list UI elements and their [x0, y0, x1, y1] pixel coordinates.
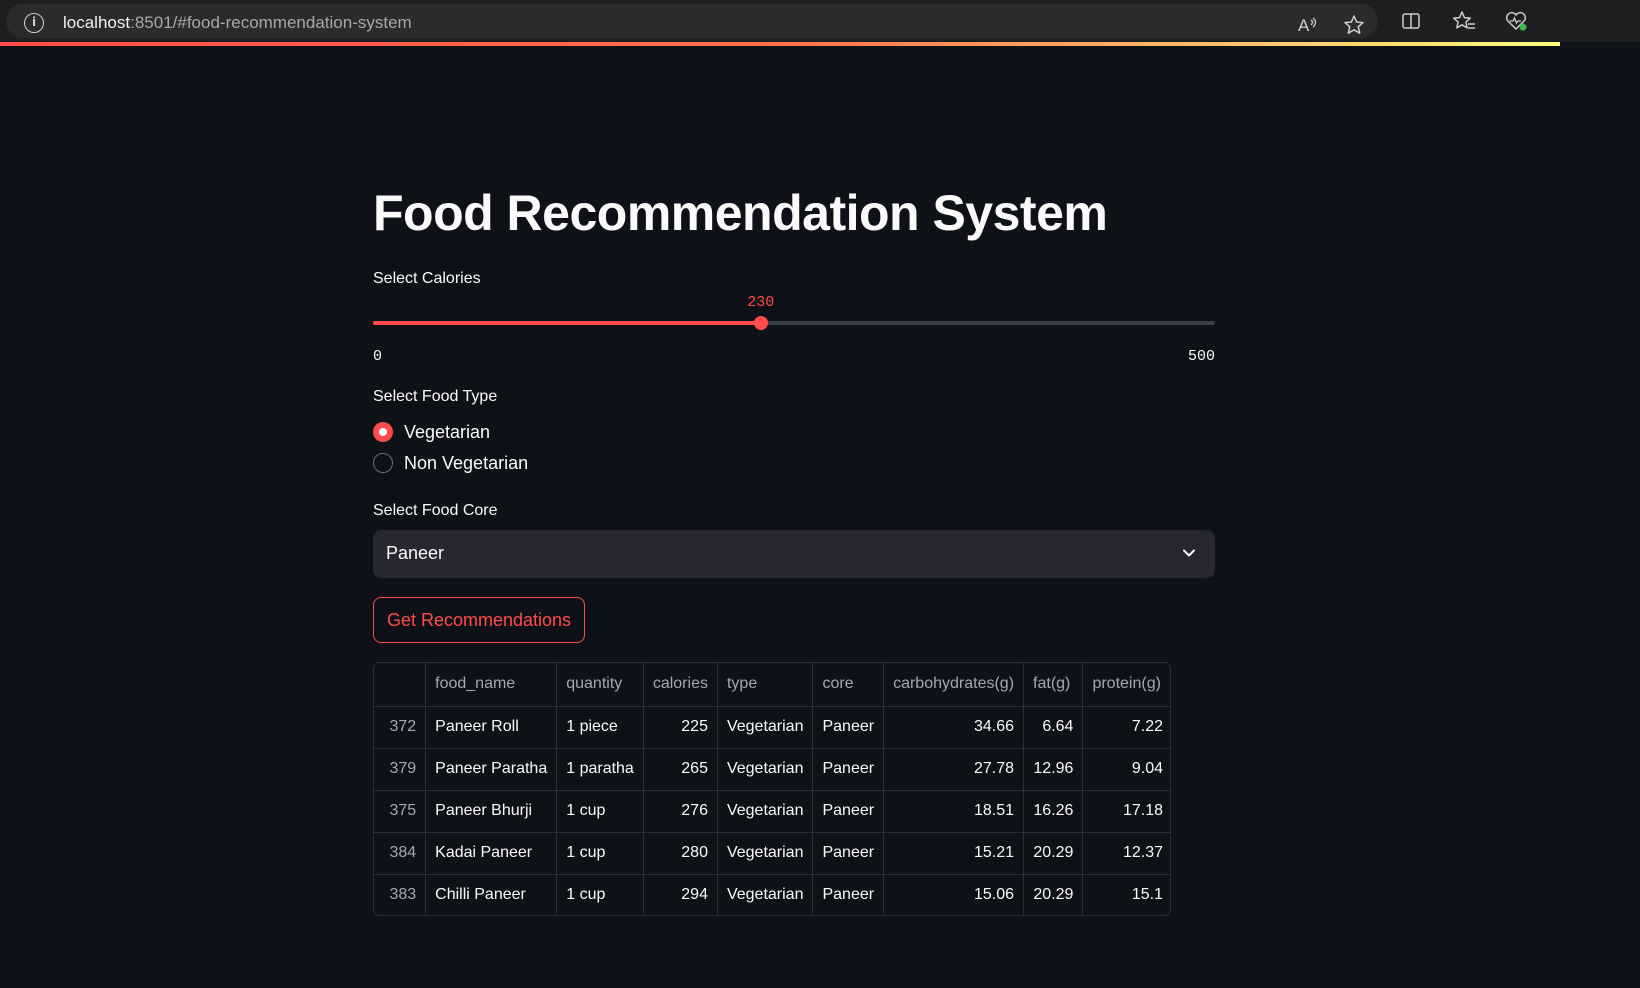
slider-value-label: 230 [747, 294, 775, 311]
radio-label: Non Vegetarian [404, 452, 529, 473]
cell-fat[interactable]: 16.26 [1023, 790, 1084, 833]
favorites-icon[interactable] [1450, 7, 1478, 35]
slider-min-label: 0 [373, 348, 383, 365]
cell-fat[interactable]: 6.64 [1023, 706, 1084, 749]
cell-carbohydrates[interactable]: 34.66 [883, 706, 1025, 749]
slider-thumb[interactable] [753, 316, 768, 330]
slider-max-label: 500 [1187, 348, 1215, 365]
split-screen-icon[interactable] [1397, 7, 1425, 35]
cell-food-name[interactable]: Chilli Paneer [425, 874, 558, 915]
cell-food-name[interactable]: Kadai Paneer [425, 832, 558, 875]
column-header-index[interactable] [374, 663, 427, 707]
cell-type[interactable]: Vegetarian [717, 874, 814, 915]
cell-core[interactable]: Paneer [812, 874, 885, 915]
get-recommendations-button[interactable]: Get Recommendations [373, 597, 585, 643]
row-index: 375 [374, 790, 427, 833]
food-core-select[interactable]: Paneer [373, 530, 1215, 578]
radio-label: Vegetarian [404, 421, 491, 442]
radio-non-vegetarian[interactable]: Non Vegetarian [373, 451, 528, 475]
cell-protein[interactable]: 12.37 [1082, 832, 1170, 875]
table-row[interactable]: 372 Paneer Roll 1 piece 225 Vegetarian P… [374, 706, 1170, 749]
cell-food-name[interactable]: Paneer Roll [425, 706, 558, 749]
cell-calories[interactable]: 276 [643, 790, 718, 833]
slider-track-fill [373, 321, 761, 325]
cell-type[interactable]: Vegetarian [717, 832, 814, 875]
table-row[interactable]: 379 Paneer Paratha 1 paratha 265 Vegetar… [374, 748, 1170, 791]
cell-protein[interactable]: 7.22 [1082, 706, 1170, 749]
cell-carbohydrates[interactable]: 27.78 [883, 748, 1025, 791]
cell-quantity[interactable]: 1 piece [556, 706, 644, 749]
cell-core[interactable]: Paneer [812, 706, 885, 749]
favorite-star-icon[interactable] [1340, 11, 1368, 39]
cell-calories[interactable]: 294 [643, 874, 718, 915]
cell-quantity[interactable]: 1 cup [556, 832, 644, 875]
row-index: 372 [374, 706, 427, 749]
address-bar[interactable]: i localhost:8501/#food-recommendation-sy… [6, 4, 1378, 38]
cell-core[interactable]: Paneer [812, 790, 885, 833]
column-header-type[interactable]: type [717, 663, 814, 707]
cell-type[interactable]: Vegetarian [717, 748, 814, 791]
cell-calories[interactable]: 280 [643, 832, 718, 875]
calories-label: Select Calories [373, 270, 481, 287]
cell-carbohydrates[interactable]: 15.21 [883, 832, 1025, 875]
chevron-down-icon[interactable] [1181, 545, 1197, 561]
url-host: localhost [63, 13, 131, 32]
row-index: 384 [374, 832, 427, 875]
browser-toolbar: i localhost:8501/#food-recommendation-sy… [0, 0, 1640, 42]
cell-fat[interactable]: 20.29 [1023, 832, 1084, 875]
row-index: 383 [374, 874, 427, 915]
table-header-row: food_name quantity calories type core ca… [374, 663, 1170, 707]
cell-fat[interactable]: 20.29 [1023, 874, 1084, 915]
table-row[interactable]: 383 Chilli Paneer 1 cup 294 Vegetarian P… [374, 874, 1170, 915]
calories-slider[interactable]: 230 0 500 [373, 292, 1215, 365]
cell-calories[interactable]: 225 [643, 706, 718, 749]
column-header-quantity[interactable]: quantity [556, 663, 644, 707]
cell-fat[interactable]: 12.96 [1023, 748, 1084, 791]
app-decoration-bar [0, 42, 1560, 46]
food-type-label: Select Food Type [373, 388, 498, 405]
table-row[interactable]: 375 Paneer Bhurji 1 cup 276 Vegetarian P… [374, 790, 1170, 833]
browser-essentials-icon[interactable] [1502, 7, 1530, 35]
url-path: :8501/#food-recommendation-system [130, 13, 412, 32]
select-value: Paneer [386, 543, 445, 563]
table-row[interactable]: 384 Kadai Paneer 1 cup 280 Vegetarian Pa… [374, 832, 1170, 875]
svg-text:A: A [1298, 16, 1310, 35]
row-index: 379 [374, 748, 427, 791]
recommendations-table[interactable]: food_name quantity calories type core ca… [373, 662, 1171, 916]
column-header-fat[interactable]: fat(g) [1023, 663, 1084, 707]
read-aloud-icon[interactable]: A [1293, 11, 1321, 39]
url-text[interactable]: localhost:8501/#food-recommendation-syst… [63, 13, 412, 33]
cell-carbohydrates[interactable]: 15.06 [883, 874, 1025, 915]
cell-food-name[interactable]: Paneer Bhurji [425, 790, 558, 833]
info-icon[interactable]: i [24, 13, 44, 33]
cell-type[interactable]: Vegetarian [717, 706, 814, 749]
cell-protein[interactable]: 9.04 [1082, 748, 1170, 791]
cell-quantity[interactable]: 1 cup [556, 874, 644, 915]
column-header-core[interactable]: core [812, 663, 885, 707]
page-title: Food Recommendation System [373, 185, 1108, 241]
cell-quantity[interactable]: 1 paratha [556, 748, 644, 791]
cell-protein[interactable]: 15.1 [1083, 874, 1170, 915]
column-header-carbohydrates[interactable]: carbohydrates(g) [883, 663, 1025, 707]
cell-protein[interactable]: 17.18 [1082, 790, 1170, 833]
radio-vegetarian[interactable]: Vegetarian [373, 420, 490, 444]
cell-quantity[interactable]: 1 cup [556, 790, 644, 833]
column-header-calories[interactable]: calories [643, 663, 718, 707]
cell-core[interactable]: Paneer [812, 748, 885, 791]
cell-carbohydrates[interactable]: 18.51 [883, 790, 1025, 833]
column-header-food-name[interactable]: food_name [425, 663, 558, 707]
cell-type[interactable]: Vegetarian [717, 790, 814, 833]
column-header-protein[interactable]: protein(g) [1082, 663, 1170, 707]
cell-food-name[interactable]: Paneer Paratha [425, 748, 558, 791]
radio-unselected-icon[interactable] [373, 453, 393, 473]
radio-selected-icon[interactable] [373, 422, 393, 442]
slider-track[interactable] [373, 321, 1215, 325]
food-core-label: Select Food Core [373, 502, 498, 519]
cell-calories[interactable]: 265 [643, 748, 718, 791]
cell-core[interactable]: Paneer [812, 832, 885, 875]
